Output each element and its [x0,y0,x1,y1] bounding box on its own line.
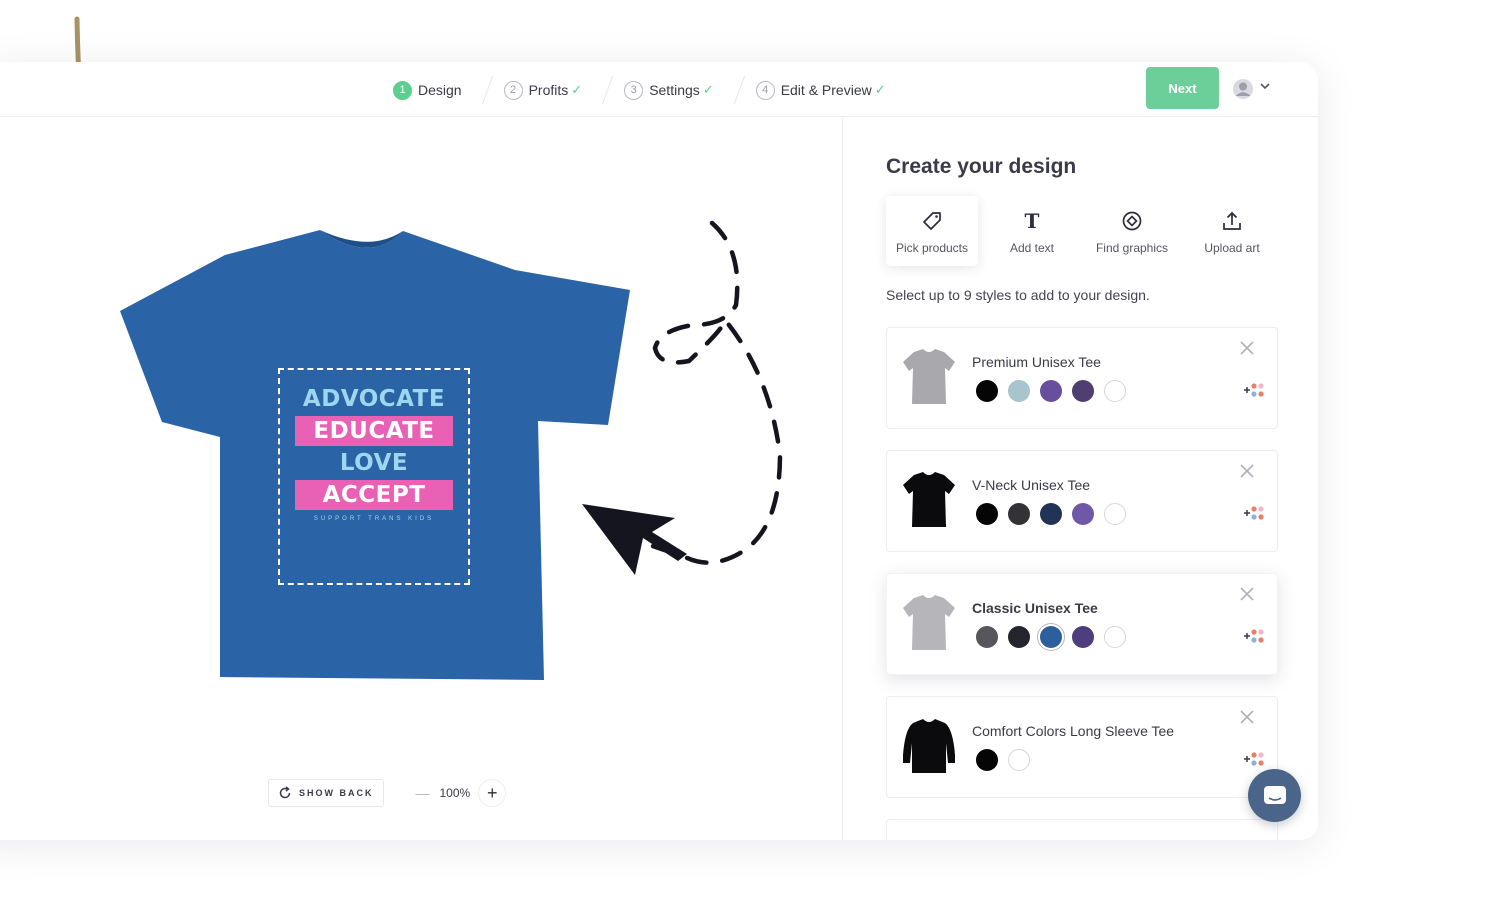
color-swatch[interactable] [1008,626,1030,648]
color-swatch[interactable] [1040,626,1062,648]
chevron-down-icon[interactable] [1258,79,1272,93]
graphics-icon [1122,211,1142,231]
check-icon: ✓ [702,82,714,97]
step-label: Profits [528,82,569,98]
color-swatches [976,503,1136,525]
add-colors-icon[interactable] [1243,751,1267,767]
step-number: 2 [503,80,523,100]
step-label: Settings [649,82,700,98]
product-thumbnail [903,472,955,527]
close-icon[interactable] [1239,709,1255,725]
product-name: Classic Unisex Tee [972,600,1098,616]
product-card[interactable] [886,819,1278,840]
color-swatch[interactable] [1008,380,1030,402]
step-divider [472,76,493,104]
color-swatch[interactable] [1040,380,1062,402]
color-swatch[interactable] [1040,503,1062,525]
color-swatch[interactable] [1008,503,1030,525]
upload-icon [1223,211,1241,230]
product-name: Premium Unisex Tee [972,354,1101,370]
color-swatch[interactable] [1072,503,1094,525]
user-avatar-icon[interactable] [1232,78,1254,100]
design-line: LOVE [339,450,409,476]
tag-icon [923,212,941,230]
color-swatch[interactable] [976,749,998,771]
add-colors-icon[interactable] [1243,628,1267,644]
tool-label: Upload art [1204,241,1260,255]
next-button[interactable]: Next [1146,67,1219,109]
step-divider [593,76,614,104]
check-icon: ✓ [571,82,583,97]
tool-label: Find graphics [1095,241,1169,255]
design-line: ACCEPT [295,480,453,510]
top-bar: 1 Design 2 Profits ✓ 3 Settings ✓ 4 Edit… [0,62,1318,117]
color-swatch[interactable] [1072,380,1094,402]
color-swatch[interactable] [1104,380,1126,402]
color-swatch[interactable] [1104,503,1126,525]
step-divider [724,76,745,104]
color-swatches [976,626,1136,648]
add-colors-icon[interactable] [1243,382,1267,398]
design-tagline: SUPPORT TRANS KIDS [313,516,435,522]
tab-pick-products[interactable]: Pick products [886,196,978,266]
step-edit-preview[interactable]: 4 Edit & Preview ✓ [755,80,886,100]
tool-label: Add text [1009,241,1055,255]
rotate-icon [279,786,291,799]
product-card[interactable]: V-Neck Unisex Tee [886,450,1278,552]
color-swatch[interactable] [976,503,998,525]
chat-icon [1263,785,1286,804]
zoom-out-button[interactable]: — [416,785,430,801]
product-name: V-Neck Unisex Tee [972,477,1091,493]
step-settings[interactable]: 3 Settings ✓ [624,80,714,100]
product-card[interactable]: Comfort Colors Long Sleeve Tee [886,696,1278,798]
color-swatches [976,380,1136,402]
design-line: EDUCATE [295,416,453,446]
zoom-in-button[interactable]: + [478,779,507,807]
design-panel: Create your design Pick products T Add t… [842,118,1318,840]
close-icon[interactable] [1239,463,1255,479]
close-icon[interactable] [1239,340,1255,356]
show-back-button[interactable]: SHOW BACK [268,779,384,807]
product-name: Comfort Colors Long Sleeve Tee [972,723,1175,739]
step-label: Edit & Preview [780,82,872,98]
product-card[interactable]: Premium Unisex Tee [886,327,1278,429]
product-thumbnail [903,349,955,404]
color-swatch[interactable] [976,626,998,648]
product-thumbnail [903,719,955,773]
step-number: 1 [393,80,412,100]
tool-label: Pick products [895,241,969,255]
check-icon: ✓ [874,82,886,97]
color-swatch[interactable] [1008,749,1030,771]
product-thumbnail [903,595,955,650]
add-colors-icon[interactable] [1243,505,1267,521]
close-icon[interactable] [1239,586,1255,602]
chat-button[interactable] [1248,769,1301,822]
step-number: 3 [624,80,644,100]
helper-text: Select up to 9 styles to add to your des… [886,287,1150,303]
tool-tabs: Pick products T Add text Find graphics U… [886,196,1286,266]
product-card[interactable]: Classic Unisex Tee [886,573,1278,675]
step-design[interactable]: 1 Design [393,80,462,100]
tab-add-text[interactable]: T Add text [986,196,1078,266]
show-back-label: SHOW BACK [299,788,374,798]
color-swatch[interactable] [1072,626,1094,648]
color-swatches [976,749,1040,771]
step-profits[interactable]: 2 Profits ✓ [503,80,583,100]
print-area[interactable]: ADVOCATE EDUCATE LOVE ACCEPT SUPPORT TRA… [278,368,470,585]
step-label: Design [418,82,462,98]
product-list: Premium Unisex Tee V-Neck Unisex Tee Class… [886,327,1278,840]
panel-title: Create your design [886,155,1077,178]
tab-find-graphics[interactable]: Find graphics [1086,196,1178,266]
step-number: 4 [755,80,775,100]
step-progress: 1 Design 2 Profits ✓ 3 Settings ✓ 4 Edit… [393,76,908,104]
text-icon: T [1024,209,1040,233]
design-line: ADVOCATE [302,386,446,412]
tab-upload-art[interactable]: Upload art [1186,196,1278,266]
zoom-level: 100% [439,786,471,800]
decorative-arrow-icon [582,220,783,575]
canvas-controls: SHOW BACK — 100% + [268,778,507,808]
color-swatch[interactable] [1104,626,1126,648]
color-swatch[interactable] [976,380,998,402]
